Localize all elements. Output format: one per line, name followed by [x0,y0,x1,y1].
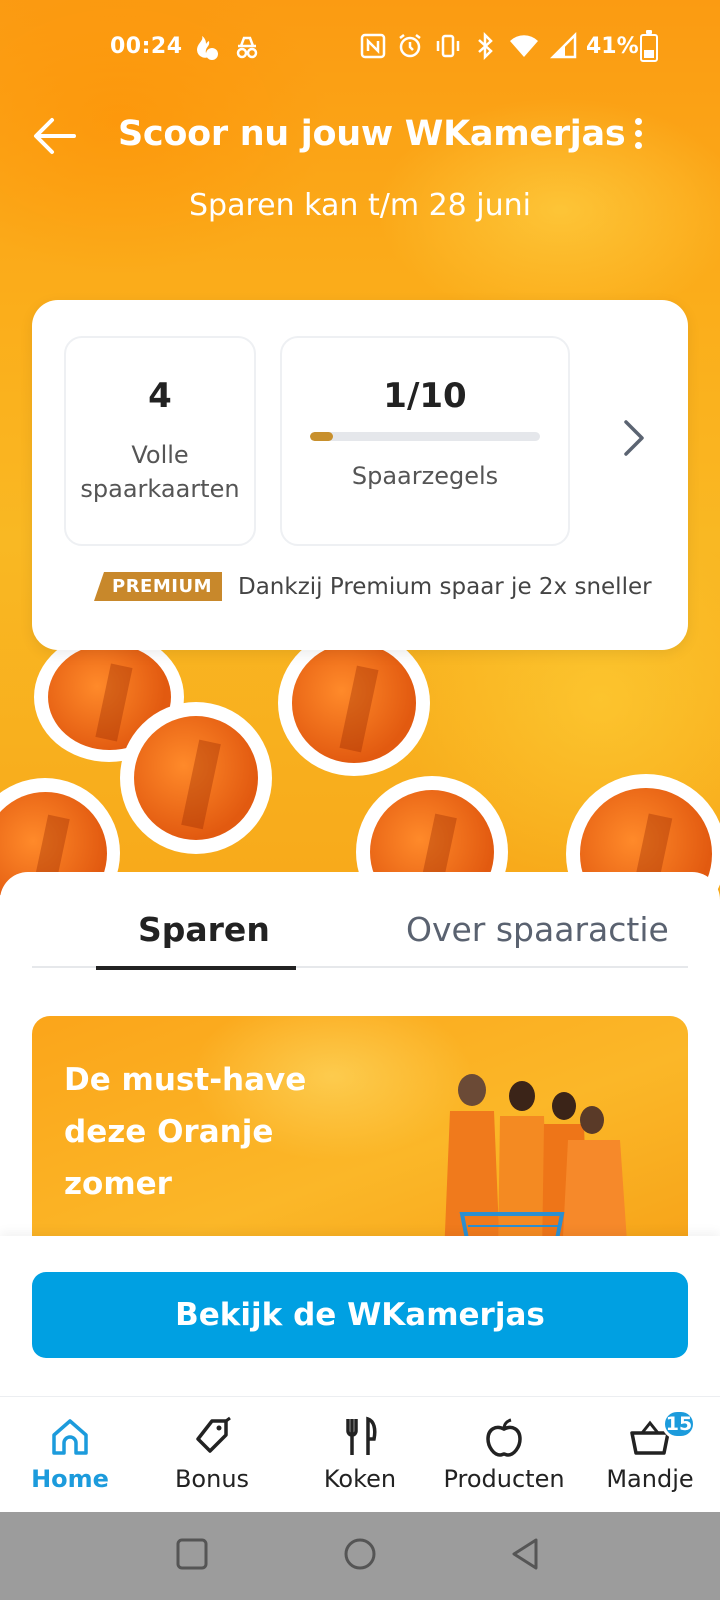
players-photo [444,1074,627,1236]
home-icon [52,1419,88,1455]
home-button[interactable] [340,1534,380,1574]
tab-over-spaaractie[interactable]: Over spaaractie [406,910,669,949]
battery-percent: 41% [586,34,639,59]
view-wkamerjas-button[interactable]: Bekijk de WKamerjas [32,1272,688,1358]
tab-bar: Sparen Over spaaractie [32,872,688,970]
stamps-progress-bar [310,432,540,441]
alarm-icon [399,34,421,58]
tab-sparen[interactable]: Sparen [138,910,270,949]
promo-banner[interactable]: De must-have deze Oranje zomer [32,1016,688,1236]
apple-icon [486,1418,522,1457]
status-time: 00:24 [110,34,183,59]
chevron-right-icon[interactable] [616,416,652,460]
nav-label-home: Home [31,1465,109,1493]
stamps-label: Spaarzegels [351,462,499,490]
top-app-bar: Scoor nu jouw WKamerjas [0,100,720,172]
basket-count-badge: 15 [662,1409,696,1439]
nav-item-bonus[interactable]: Bonus [142,1415,282,1493]
battery-icon [640,30,658,62]
nav-item-mandje[interactable]: Mandje 15 [580,1409,720,1493]
signal-icon [550,32,577,59]
savings-card[interactable]: 4 Volle spaarkaarten 1/10 Spaarzegels PR… [32,300,688,650]
sticker-image [120,702,272,854]
wifi-icon [510,35,538,57]
nav-label-koken: Koken [323,1465,397,1493]
flame-alarm-icon [197,36,218,60]
sticker-image [278,630,430,776]
full-cards-label: Volle spaarkaarten [80,441,240,503]
hero-banner: 00:24 41% Scoor nu jouw WKamerjas Sparen… [0,0,720,900]
back-button[interactable] [506,1534,546,1574]
premium-row: PREMIUM Dankzij Premium spaar je 2x snel… [94,572,652,601]
bottom-navigation: Home Bonus Koken Producten Mandje 15 [0,1396,720,1512]
tab-active-indicator [96,966,296,970]
premium-text: Dankzij Premium spaar je 2x sneller [238,573,652,600]
nav-label-producten: Producten [443,1465,565,1493]
vibrate-icon [436,34,460,58]
nav-item-koken[interactable]: Koken [290,1415,430,1493]
full-cards-value: 4 [148,376,172,416]
page-subtitle: Sparen kan t/m 28 juni [189,188,531,223]
recents-button[interactable] [172,1534,212,1574]
nav-item-producten[interactable]: Producten [434,1415,574,1493]
premium-badge: PREMIUM [94,572,222,601]
nav-label-mandje: Mandje [606,1465,694,1493]
fork-knife-icon [346,1416,377,1455]
stamps-stat: 1/10 Spaarzegels [280,336,570,546]
stamps-progress-fill [310,432,333,441]
more-vertical-icon[interactable] [628,118,648,158]
full-cards-stat: 4 Volle spaarkaarten [64,336,256,546]
nfc-icon [360,33,386,59]
status-bar: 00:24 41% [0,28,720,68]
nav-label-bonus: Bonus [174,1465,250,1493]
arrow-left-icon[interactable] [30,114,80,158]
system-navigation-bar [0,1512,720,1600]
page-title: Scoor nu jouw WKamerjas [118,114,626,154]
nav-item-home[interactable]: Home [0,1415,140,1493]
sticker-decoration [0,630,720,900]
cta-area: Bekijk de WKamerjas [0,1236,720,1396]
bluetooth-icon [478,32,493,60]
promo-text: De must-have deze Oranje zomer [64,1062,307,1202]
stamps-value: 1/10 [383,376,467,416]
tag-icon [196,1416,231,1453]
incognito-icon [236,36,258,59]
